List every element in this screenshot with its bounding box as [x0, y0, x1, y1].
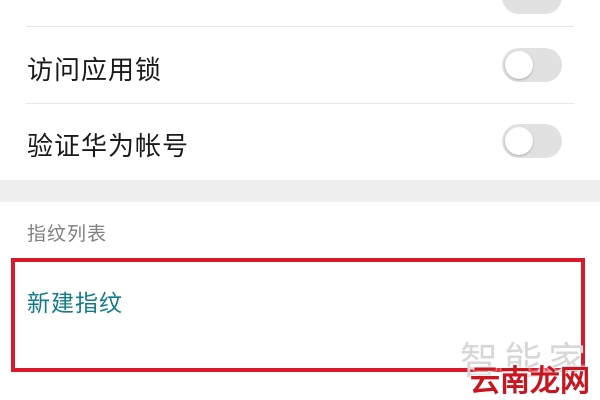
row-label: 验证华为帐号 [27, 132, 190, 162]
section-separator [0, 180, 600, 202]
toggle-knob [505, 51, 533, 79]
fingerprint-list-title: 指纹列表 [27, 223, 108, 245]
verify-huawei-id-toggle[interactable] [502, 124, 562, 158]
previous-row-toggle[interactable] [502, 0, 562, 14]
settings-row-verify-huawei-id[interactable]: 验证华为帐号 [0, 104, 600, 180]
settings-row-app-lock[interactable]: 访问应用锁 [0, 27, 600, 103]
app-lock-toggle[interactable] [502, 48, 562, 82]
watermark-logo-text: 云南龙网 [470, 364, 590, 399]
toggle-knob [505, 127, 533, 155]
new-fingerprint-link[interactable]: 新建指纹 [27, 284, 123, 318]
row-label: 访问应用锁 [27, 56, 163, 86]
